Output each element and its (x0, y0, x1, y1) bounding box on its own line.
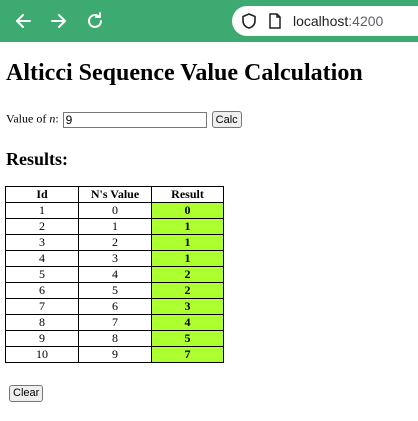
back-arrow-icon[interactable] (12, 8, 38, 34)
table-header-row: Id N's Value Result (5, 186, 224, 203)
results-table: Id N's Value Result 10021132143154265276… (5, 186, 224, 363)
cell-id: 6 (5, 282, 79, 299)
calc-button[interactable]: Calc (211, 111, 242, 128)
cell-id: 5 (5, 266, 79, 283)
table-row: 874 (5, 314, 224, 331)
cell-n-value: 5 (78, 282, 152, 299)
cell-n-value: 9 (78, 346, 152, 363)
cell-id: 1 (5, 202, 79, 219)
cell-result: 1 (151, 250, 224, 267)
cell-result: 0 (151, 202, 224, 219)
results-table-body: 1 0 0 2 1 1 3 2 1 4 3 1 5 4 2 6 5 2 7 6 3 8 7 4 9 8 5 10 9 7 (5, 202, 224, 363)
results-heading: Results: (6, 149, 68, 169)
input-label-prefix: Value of (6, 111, 50, 126)
table-row: 652 (5, 282, 224, 299)
table-row: 542 (5, 266, 224, 283)
cell-id: 4 (5, 250, 79, 267)
cell-n-value: 4 (78, 266, 152, 283)
table-row: 763 (5, 298, 224, 315)
n-value-input[interactable] (62, 111, 207, 128)
cell-id: 9 (5, 330, 79, 347)
cell-result: 5 (151, 330, 224, 347)
cell-n-value: 2 (78, 234, 152, 251)
cell-id: 7 (5, 298, 79, 315)
cell-n-value: 8 (78, 330, 152, 347)
browser-toolbar: localhost:4200 (0, 0, 418, 42)
shield-icon[interactable] (240, 12, 258, 35)
cell-id: 10 (5, 346, 79, 363)
table-row: 100 (5, 202, 224, 219)
cell-id: 3 (5, 234, 79, 251)
forward-arrow-icon[interactable] (48, 8, 74, 34)
table-row: 985 (5, 330, 224, 347)
cell-n-value: 6 (78, 298, 152, 315)
clear-button[interactable]: Clear (9, 384, 44, 402)
table-row: 431 (5, 250, 224, 267)
clear-wrap: Clear (9, 384, 44, 402)
cell-result: 7 (151, 346, 224, 363)
cell-result: 1 (151, 234, 224, 251)
cell-result: 4 (151, 314, 224, 331)
header-id: Id (5, 186, 79, 203)
cell-id: 8 (5, 314, 79, 331)
url-port: :4200 (348, 13, 384, 29)
url-host: localhost (293, 13, 349, 29)
table-row: 10 9 7 (5, 346, 224, 363)
header-n-value: N's Value (78, 186, 152, 203)
page-icon (267, 12, 283, 35)
cell-n-value: 7 (78, 314, 152, 331)
input-label-suffix: : (55, 111, 59, 126)
url-text: localhost:4200 (293, 13, 383, 29)
address-bar[interactable]: localhost:4200 (232, 6, 418, 36)
reload-icon[interactable] (84, 8, 110, 34)
header-result: Result (151, 186, 224, 203)
cell-n-value: 3 (78, 250, 152, 267)
cell-result: 2 (151, 266, 224, 283)
table-row: 211 (5, 218, 224, 235)
cell-n-value: 0 (78, 202, 152, 219)
table-row: 321 (5, 234, 224, 251)
cell-n-value: 1 (78, 218, 152, 235)
page-title: Alticci Sequence Value Calculation (6, 60, 363, 86)
cell-result: 1 (151, 218, 224, 235)
cell-id: 2 (5, 218, 79, 235)
cell-result: 2 (151, 282, 224, 299)
cell-result: 3 (151, 298, 224, 315)
input-row: Value of n: Calc (6, 111, 242, 128)
